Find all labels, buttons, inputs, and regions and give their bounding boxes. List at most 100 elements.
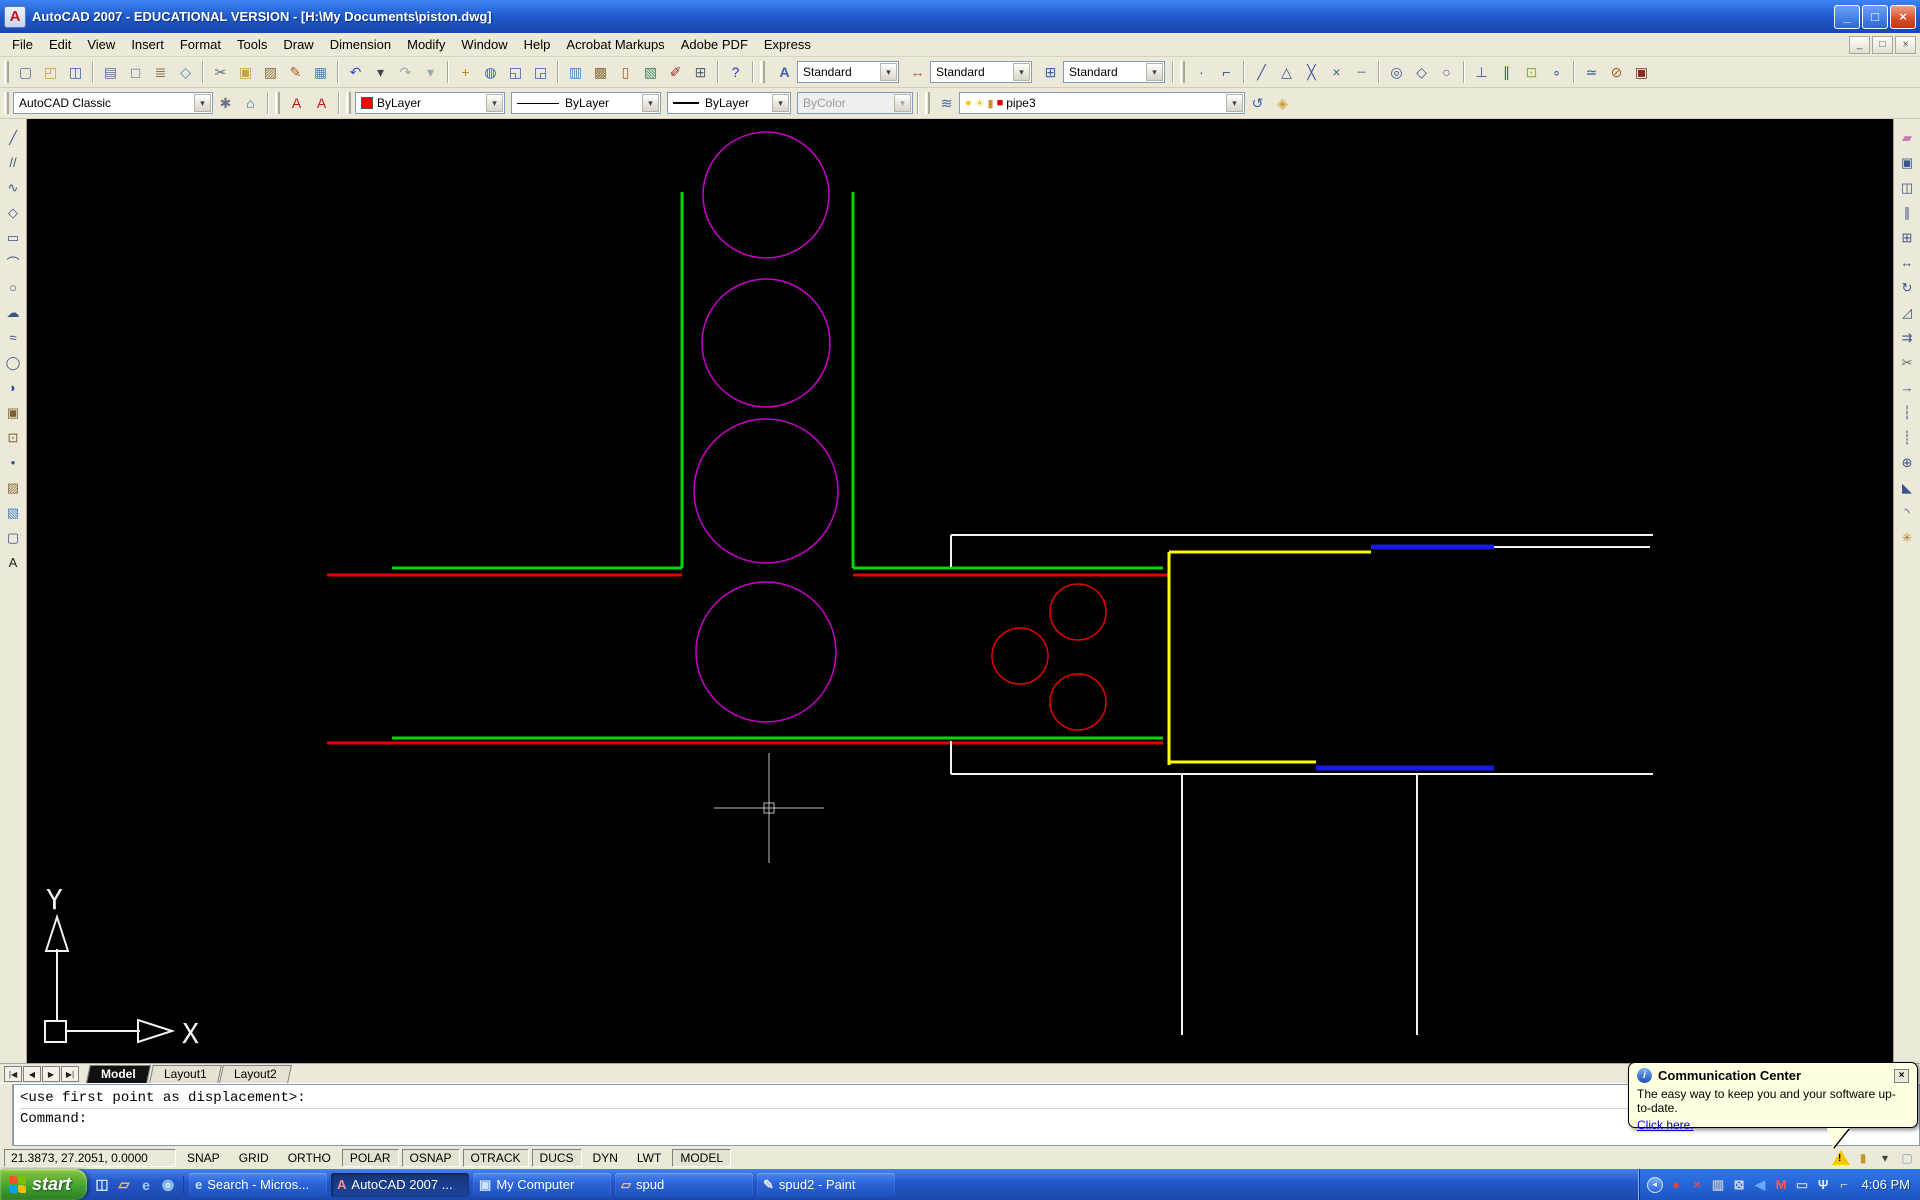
mdi-restore-button[interactable]: □: [1872, 36, 1893, 54]
snap-from-button[interactable]: ⌐: [1215, 61, 1238, 84]
insert-block-button[interactable]: ▣: [2, 400, 25, 425]
move-button[interactable]: ↔: [1896, 250, 1919, 275]
workspace-dropdown[interactable]: AutoCAD Classic ▾: [13, 92, 213, 114]
tool-palettes-button[interactable]: ▯: [614, 61, 637, 84]
erase-button[interactable]: ▰: [1896, 125, 1919, 150]
status-toggle-ortho[interactable]: ORTHO: [280, 1149, 339, 1167]
linetype-control-dropdown[interactable]: ByLayer ▾: [511, 92, 661, 114]
cut-button[interactable]: ✂: [209, 61, 232, 84]
taskbar-button-autocad[interactable]: AAutoCAD 2007 ...: [331, 1173, 469, 1197]
dropdown-arrow-icon[interactable]: ▾: [194, 94, 211, 112]
menu-adobe-pdf[interactable]: Adobe PDF: [673, 34, 756, 55]
help-button[interactable]: ?: [724, 61, 747, 84]
open-button[interactable]: ◰: [39, 61, 62, 84]
taskbar-button-my-computer[interactable]: ▣My Computer: [473, 1173, 611, 1197]
tray-display-icon[interactable]: ▥: [1710, 1176, 1727, 1193]
toolbar-grip[interactable]: [760, 61, 765, 83]
balloon-close-button[interactable]: ×: [1894, 1069, 1909, 1083]
snap-parallel-button[interactable]: ∥: [1495, 61, 1518, 84]
snap-insert-button[interactable]: ⊡: [1520, 61, 1543, 84]
break-button[interactable]: ┊: [1896, 425, 1919, 450]
menu-dimension[interactable]: Dimension: [322, 34, 399, 55]
color-control-dropdown[interactable]: ByLayer ▾: [355, 92, 505, 114]
snap-midpoint-button[interactable]: △: [1275, 61, 1298, 84]
mdi-close-button[interactable]: ×: [1895, 36, 1916, 54]
snap-extension-button[interactable]: ┄: [1350, 61, 1373, 84]
drawing-canvas[interactable]: YX: [0, 119, 1920, 1063]
status-toggle-lwt[interactable]: LWT: [629, 1149, 669, 1167]
toolbar-grip[interactable]: [275, 92, 280, 114]
tray-antivirus-icon[interactable]: ●: [1668, 1176, 1685, 1193]
tray-mcafee-icon[interactable]: M: [1773, 1176, 1790, 1193]
menu-view[interactable]: View: [79, 34, 123, 55]
status-toggle-grid[interactable]: GRID: [231, 1149, 277, 1167]
3d-dwf-button[interactable]: ◇: [174, 61, 197, 84]
status-toggle-osnap[interactable]: OSNAP: [402, 1149, 460, 1167]
dropdown-arrow-icon[interactable]: ▾: [880, 63, 897, 81]
snap-intersection-button[interactable]: ╳: [1300, 61, 1323, 84]
sheetset-manager-button[interactable]: ▧: [639, 61, 662, 84]
stretch-button[interactable]: ⇉: [1896, 325, 1919, 350]
tray-network-offline-icon[interactable]: ⊠: [1731, 1176, 1748, 1193]
convert-to-pdf-comment-icon[interactable]: A: [310, 92, 333, 115]
copy-object-button[interactable]: ▣: [1896, 150, 1919, 175]
ellipse-button[interactable]: ◯: [2, 350, 25, 375]
scale-button[interactable]: ◿: [1896, 300, 1919, 325]
tab-layout2[interactable]: Layout2: [219, 1065, 292, 1083]
status-toggle-dyn[interactable]: DYN: [585, 1149, 626, 1167]
toolbar-grip[interactable]: [925, 92, 930, 114]
ellipse-arc-button[interactable]: ◗: [2, 375, 25, 400]
undo-button[interactable]: ↶: [344, 61, 367, 84]
pan-realtime-button[interactable]: +: [454, 61, 477, 84]
menu-express[interactable]: Express: [756, 34, 819, 55]
qnew-button[interactable]: ▢: [14, 61, 37, 84]
trusted-autodesk-lock-icon[interactable]: ▮: [1854, 1150, 1872, 1166]
offset-button[interactable]: ∥: [1896, 200, 1919, 225]
zoom-realtime-button[interactable]: ◍: [479, 61, 502, 84]
match-properties-button[interactable]: ✎: [284, 61, 307, 84]
polyline-button[interactable]: ∿: [2, 175, 25, 200]
taskbar-button-paint[interactable]: ✎spud2 - Paint: [757, 1173, 895, 1197]
menu-file[interactable]: File: [4, 34, 41, 55]
region-button[interactable]: ▢: [2, 525, 25, 550]
launch-media-player-icon[interactable]: ◉: [159, 1176, 177, 1194]
point-button[interactable]: •: [2, 450, 25, 475]
launch-my-documents-icon[interactable]: ▱: [115, 1176, 133, 1194]
publish-button[interactable]: ≣: [149, 61, 172, 84]
dropdown-arrow-icon[interactable]: ▾: [772, 94, 789, 112]
menu-acrobat-markups[interactable]: Acrobat Markups: [558, 34, 672, 55]
make-block-button[interactable]: ⊡: [2, 425, 25, 450]
lineweight-control-dropdown[interactable]: ByLayer ▾: [667, 92, 791, 114]
restore-button[interactable]: □: [1862, 5, 1888, 29]
hatch-button[interactable]: ▨: [2, 475, 25, 500]
convert-to-pdf-icon[interactable]: A: [285, 92, 308, 115]
toolbar-grip[interactable]: [4, 92, 9, 114]
table-style-icon[interactable]: ⊞: [1039, 61, 1062, 84]
communication-warning-icon[interactable]: !: [1832, 1150, 1850, 1165]
snap-nearest-button[interactable]: ≃: [1580, 61, 1603, 84]
redo-dropdown[interactable]: ▾: [419, 61, 442, 84]
balloon-click-here-link[interactable]: Click here.: [1637, 1118, 1694, 1132]
block-editor-button[interactable]: ▦: [309, 61, 332, 84]
menu-tools[interactable]: Tools: [229, 34, 275, 55]
join-button[interactable]: ⊕: [1896, 450, 1919, 475]
tray-alert-icon[interactable]: ×: [1689, 1176, 1706, 1193]
clean-screen-button[interactable]: ▢: [1898, 1150, 1916, 1166]
snap-quadrant-button[interactable]: ◇: [1410, 61, 1433, 84]
zoom-window-button[interactable]: ◱: [504, 61, 527, 84]
rectangle-button[interactable]: ▭: [2, 225, 25, 250]
menu-window[interactable]: Window: [453, 34, 515, 55]
snap-center-button[interactable]: ◎: [1385, 61, 1408, 84]
workspace-settings-icon[interactable]: ✱: [214, 92, 237, 115]
text-style-dropdown[interactable]: Standard ▾: [797, 61, 899, 83]
status-toggle-ducs[interactable]: DUCS: [532, 1149, 582, 1167]
revcloud-button[interactable]: ☁: [2, 300, 25, 325]
layer-previous-button[interactable]: ↺: [1246, 92, 1269, 115]
zoom-previous-button[interactable]: ◲: [529, 61, 552, 84]
snap-apparent-intersection-button[interactable]: ×: [1325, 61, 1348, 84]
taskbar-button-search[interactable]: eSearch - Micros...: [189, 1173, 327, 1197]
start-button[interactable]: start: [0, 1169, 87, 1200]
mdi-minimize-button[interactable]: _: [1849, 36, 1870, 54]
line-button[interactable]: ╱: [2, 125, 25, 150]
tab-prev-button[interactable]: ◀: [23, 1066, 41, 1082]
